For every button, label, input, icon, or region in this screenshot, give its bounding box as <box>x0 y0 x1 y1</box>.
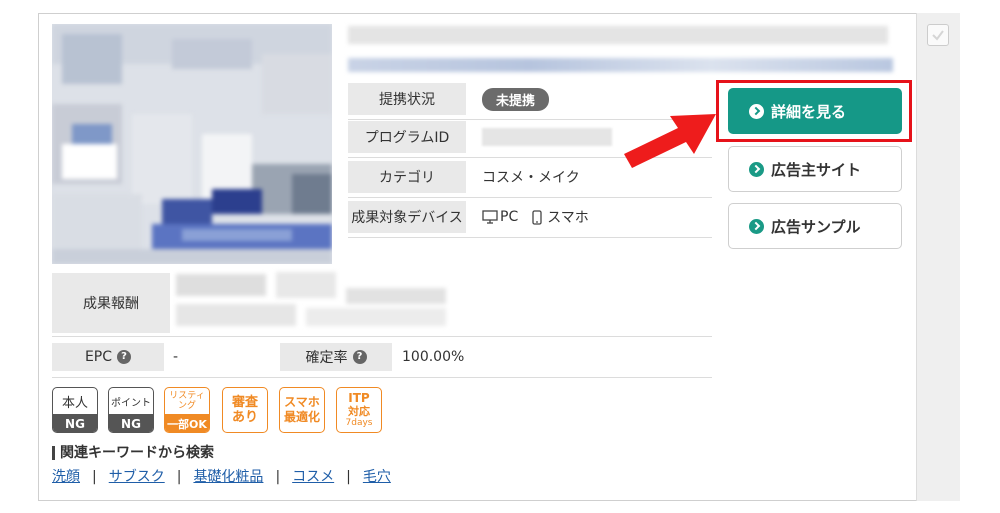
advertiser-site-label: 広告主サイト <box>771 160 862 179</box>
epc-value: - <box>173 349 179 365</box>
category-value: コスメ・メイク <box>482 170 580 186</box>
approval-rate-label: 確定率 ? <box>280 343 392 371</box>
keyword-link[interactable]: 基礎化粧品 <box>193 469 263 485</box>
program-link-redacted[interactable] <box>348 58 893 72</box>
device-phone-label: スマホ <box>547 210 589 226</box>
tag-listing: リスティング 一部OK <box>164 387 210 433</box>
desktop-icon <box>482 210 498 224</box>
keyword-link[interactable]: サブスク <box>109 469 165 485</box>
device-values: PC スマホ <box>482 198 589 236</box>
tag-text: リスティング <box>169 391 205 411</box>
program-title-redacted <box>348 26 888 44</box>
tag-text: 本人 <box>61 395 88 411</box>
device-pc-label: PC <box>500 209 519 225</box>
check-icon <box>932 30 944 41</box>
separator: | <box>176 469 182 485</box>
program-id-value-redacted <box>482 128 612 146</box>
status-label: 提携状況 <box>348 83 466 115</box>
ad-sample-button[interactable]: 広告サンプル <box>728 203 902 249</box>
separator: | <box>275 469 281 485</box>
device-row: 成果対象デバイス PC スマホ <box>348 198 712 238</box>
smartphone-icon <box>532 209 542 225</box>
chevron-right-circle-icon <box>749 218 764 234</box>
approval-rate-value: 100.00% <box>402 349 465 365</box>
tag-status: 一部OK <box>165 414 209 432</box>
device-label: 成果対象デバイス <box>348 201 466 233</box>
reward-value-redacted <box>176 268 446 332</box>
keyword-links: 洗顔 | サブスク | 基礎化粧品 | コスメ | 毛穴 <box>52 466 391 486</box>
tag-self-purchase: 本人 NG <box>52 387 98 433</box>
tag-text: 対応 <box>348 405 370 418</box>
program-id-label: プログラムID <box>348 121 466 153</box>
highlight-frame <box>716 80 912 142</box>
select-checkbox[interactable] <box>927 24 949 46</box>
tag-text: あり <box>231 410 258 425</box>
tag-text: ポイント <box>111 397 151 409</box>
divider <box>52 336 712 337</box>
help-icon[interactable]: ? <box>117 350 132 364</box>
tag-itp: ITP 対応 7days <box>336 387 382 433</box>
epc-label-text: EPC <box>84 349 113 365</box>
category-label: カテゴリ <box>348 161 466 193</box>
status-badge: 未提携 <box>482 87 550 111</box>
tag-text: 7days <box>345 418 373 428</box>
divider <box>52 377 712 378</box>
tag-text: ITP <box>348 391 370 405</box>
separator: | <box>92 469 97 485</box>
advertiser-site-button[interactable]: 広告主サイト <box>728 146 902 192</box>
pointer-arrow-icon <box>624 114 716 168</box>
select-column <box>916 13 960 501</box>
tag-review: 審査 あり <box>222 387 268 433</box>
keyword-link[interactable]: 洗顔 <box>52 469 80 485</box>
tag-text: 審査 <box>231 395 258 410</box>
ad-sample-label: 広告サンプル <box>771 217 861 236</box>
keyword-link[interactable]: 毛穴 <box>363 469 391 485</box>
program-thumbnail[interactable] <box>52 24 332 264</box>
tag-status: NG <box>109 414 153 432</box>
tag-point-site: ポイント NG <box>108 387 154 433</box>
reward-label: 成果報酬 <box>52 273 170 333</box>
epc-label: EPC ? <box>52 343 164 371</box>
tag-text: 最適化 <box>283 410 320 424</box>
separator: | <box>346 469 351 485</box>
keyword-link[interactable]: コスメ <box>292 469 334 485</box>
keyword-search-title: 関連キーワードから検索 <box>52 446 214 460</box>
tag-status: NG <box>53 414 97 432</box>
tag-mobile-optimized: スマホ 最適化 <box>279 387 325 433</box>
tag-text: スマホ <box>284 395 320 409</box>
approval-rate-label-text: 確定率 <box>305 350 348 366</box>
chevron-right-circle-icon <box>749 161 764 177</box>
help-icon[interactable]: ? <box>352 350 367 364</box>
